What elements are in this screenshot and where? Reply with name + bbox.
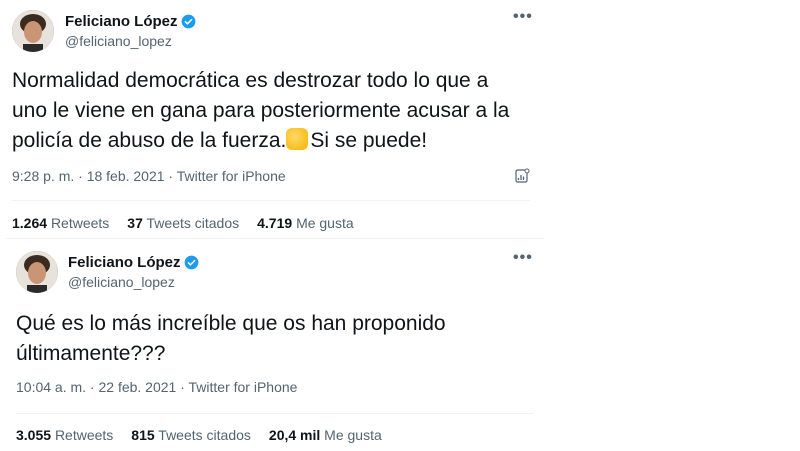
likes-label: Me gusta: [324, 427, 382, 443]
more-options-icon[interactable]: •••: [513, 249, 533, 267]
author-row: Feliciano López: [68, 254, 199, 271]
analytics-icon[interactable]: [514, 168, 530, 184]
retweets-label: Retweets: [50, 215, 110, 231]
verified-badge-icon: [184, 255, 198, 270]
tweet-timestamp[interactable]: 9:28 p. m. · 18 feb. 2021 · Twitter for …: [12, 168, 286, 184]
verified-badge-icon: [181, 14, 195, 29]
retweets-label: Retweets: [54, 427, 114, 443]
tweet-text-line: policía de abuso de la fuerza. Si se pued…: [12, 126, 509, 156]
tweet-text: Qué es lo más increíble que os han propo…: [16, 309, 446, 369]
quotes-stat[interactable]: 37 Tweets citados: [127, 215, 239, 231]
tweet-card[interactable]: Feliciano López @feliciano_lopez ••• Nor…: [0, 0, 540, 238]
author-handle[interactable]: @feliciano_lopez: [68, 274, 175, 290]
quotes-label: Tweets citados: [146, 215, 240, 231]
avatar[interactable]: [16, 251, 58, 293]
likes-stat[interactable]: 20,4 mil Me gusta: [269, 427, 382, 443]
divider: [12, 200, 530, 201]
author-name[interactable]: Feliciano López: [65, 13, 178, 30]
tweet-text-segment: policía de abuso de la fuerza.: [12, 129, 287, 152]
tweet-text-line: uno le viene en gana para posteriormente…: [12, 99, 510, 122]
tweet-text: Normalidad democrática es destrozar todo…: [12, 66, 509, 156]
tweet-text-segment: Si se puede!: [310, 129, 428, 152]
quotes-count: 37: [127, 215, 143, 231]
retweets-stat[interactable]: 3.055 Retweets: [16, 427, 113, 443]
retweets-count: 3.055: [16, 427, 52, 443]
quotes-count: 815: [131, 427, 155, 443]
tweet-stats: 3.055 Retweets 815 Tweets citados 20,4 m…: [16, 427, 382, 443]
retweets-count: 1.264: [12, 215, 48, 231]
author-row: Feliciano López: [65, 13, 196, 30]
tweet-text-line: últimamente???: [16, 342, 166, 365]
likes-count: 4.719: [257, 215, 293, 231]
tweet-stats: 1.264 Retweets 37 Tweets citados 4.719 M…: [12, 215, 354, 231]
retweets-stat[interactable]: 1.264 Retweets: [12, 215, 109, 231]
more-options-icon[interactable]: •••: [513, 8, 533, 26]
tweet-timestamp[interactable]: 10:04 a. m. · 22 feb. 2021 · Twitter for…: [16, 379, 297, 395]
author-name[interactable]: Feliciano López: [68, 254, 181, 271]
tweet-card[interactable]: Feliciano López @feliciano_lopez ••• Qué…: [6, 238, 544, 451]
likes-label: Me gusta: [296, 215, 354, 231]
likes-stat[interactable]: 4.719 Me gusta: [257, 215, 354, 231]
tweet-text-line: Qué es lo más increíble que os han propo…: [16, 312, 446, 335]
likes-count: 20,4 mil: [268, 427, 321, 443]
quotes-label: Tweets citados: [158, 427, 251, 443]
quotes-stat[interactable]: 815 Tweets citados: [131, 427, 251, 443]
tweet-text-line: Normalidad democrática es destrozar todo…: [12, 69, 489, 92]
avatar[interactable]: [12, 10, 54, 52]
author-handle[interactable]: @feliciano_lopez: [65, 33, 172, 49]
fist-emoji-icon: [286, 128, 309, 150]
divider: [16, 413, 534, 414]
